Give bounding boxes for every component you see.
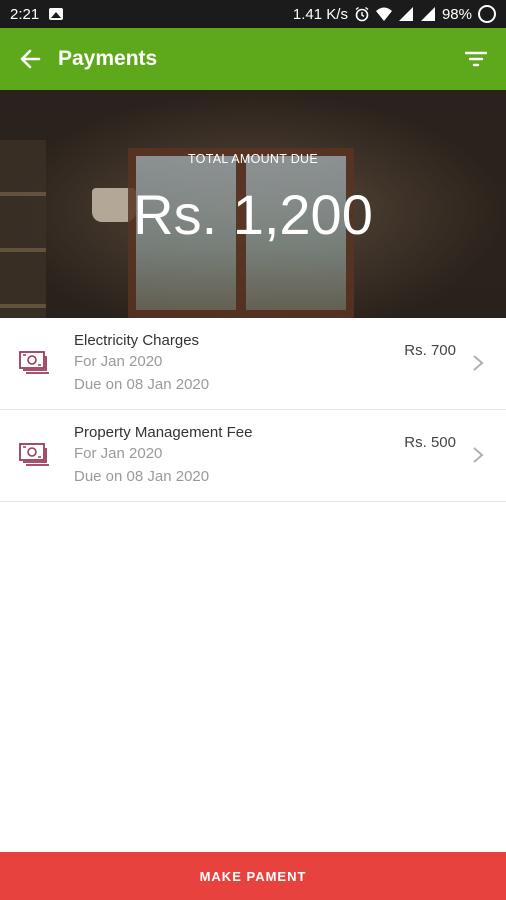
filter-button[interactable] (462, 45, 490, 73)
make-payment-button[interactable]: MAKE PAMENT (0, 852, 506, 900)
signal-icon (398, 7, 413, 21)
status-time: 2:21 (10, 5, 40, 23)
payment-amount: Rs. 700 (404, 342, 456, 359)
filter-icon (465, 51, 487, 67)
battery-level: 98% (441, 5, 472, 23)
total-due-amount: Rs. 1,200 (133, 183, 373, 246)
back-button[interactable] (16, 45, 44, 73)
status-bar: 2:21 1.41 K/s 98% (0, 0, 506, 28)
payment-name: Electricity Charges (74, 332, 200, 349)
bill-icon (19, 351, 49, 374)
payment-period: For Jan 2020 (74, 353, 163, 370)
payment-row-property-management[interactable]: Property Management Fee For Jan 2020 Due… (0, 410, 506, 502)
signal-2-icon (420, 7, 435, 21)
app-bar: Payments (0, 28, 506, 90)
status-right: 1.41 K/s 98% (293, 5, 496, 23)
payment-period: For Jan 2020 (74, 445, 163, 462)
payment-amount: Rs. 500 (404, 434, 456, 451)
payment-row-electricity[interactable]: Electricity Charges For Jan 2020 Due on … (0, 318, 506, 410)
payment-due-date: Due on 08 Jan 2020 (74, 376, 210, 393)
chevron-right-icon (473, 447, 484, 463)
payments-list: Electricity Charges For Jan 2020 Due on … (0, 318, 506, 502)
total-due-label: TOTAL AMOUNT DUE (187, 152, 319, 166)
total-due-banner: TOTAL AMOUNT DUE Rs. 1,200 (0, 90, 506, 318)
image-notification-icon (49, 8, 64, 20)
arrow-left-icon (20, 49, 41, 69)
network-speed: 1.41 K/s (292, 5, 348, 23)
status-left: 2:21 (10, 5, 64, 23)
battery-icon (478, 5, 496, 23)
bill-icon (19, 443, 49, 466)
page-title: Payments (58, 47, 158, 70)
wifi-icon (375, 7, 392, 21)
alarm-icon (355, 6, 369, 22)
payment-name: Property Management Fee (74, 424, 253, 441)
chevron-right-icon (473, 355, 484, 371)
payment-due-date: Due on 08 Jan 2020 (74, 468, 210, 485)
